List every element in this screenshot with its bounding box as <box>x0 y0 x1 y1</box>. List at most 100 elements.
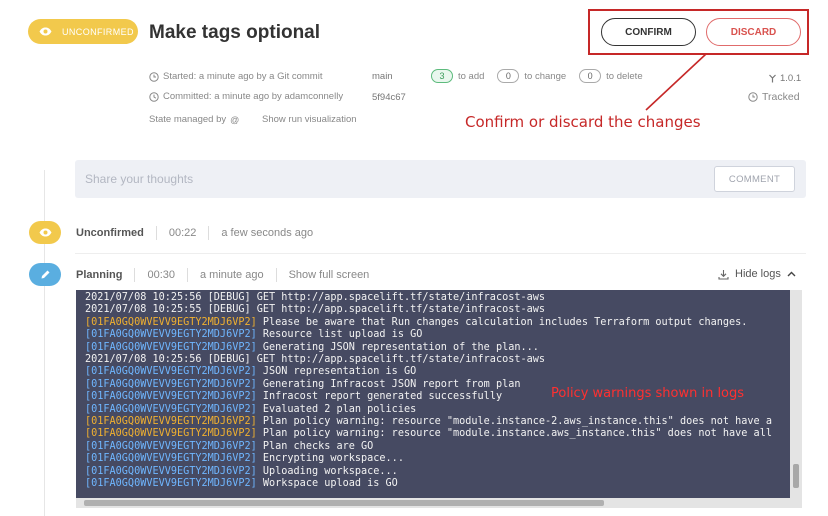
log-line-message: GET http://app.spacelift.tf/state/infrac… <box>250 354 546 366</box>
tracked-text: Tracked <box>762 91 800 103</box>
confirm-button[interactable]: CONFIRM <box>601 18 696 46</box>
log-line-message: Resource list upload is GO <box>256 329 423 341</box>
hide-logs-label: Hide logs <box>735 268 781 280</box>
started-info: Started: a minute ago by a Git commit <box>149 71 322 82</box>
add-count-label: to add <box>458 70 485 82</box>
log-line-message: JSON representation is GO <box>256 366 417 378</box>
log-line-prefix: [01FA0GQ0WVEVV9EGTY2MDJ6VP2] <box>85 403 257 415</box>
status-badge: UNCONFIRMED <box>28 19 138 44</box>
show-run-visualization-link[interactable]: Show run visualization <box>262 114 357 125</box>
log-line-message: Generating JSON representation of the pl… <box>256 341 539 353</box>
log-line-message: Evaluated 2 plan policies <box>256 403 417 415</box>
status-label: UNCONFIRMED <box>62 26 134 37</box>
started-text: Started: a minute ago by a Git commit <box>163 71 323 82</box>
committed-info: Committed: a minute ago by adamconnelly <box>149 91 343 102</box>
confirm-annotation: Confirm or discard the changes <box>465 113 701 131</box>
log-line-prefix: 2021/07/08 10:25:56 [DEBUG] <box>85 354 251 366</box>
scrollbar-thumb[interactable] <box>84 500 604 506</box>
log-viewer[interactable]: 2021/07/08 10:25:56 [DEBUG] GET http://a… <box>76 290 802 508</box>
log-line-prefix: [01FA0GQ0WVEVV9EGTY2MDJ6VP2] <box>85 465 257 477</box>
log-line: [01FA0GQ0WVEVV9EGTY2MDJ6VP2] Uploading w… <box>85 466 772 478</box>
log-line: [01FA0GQ0WVEVV9EGTY2MDJ6VP2] Resource li… <box>85 329 772 341</box>
log-line-message: Encrypting workspace... <box>256 453 404 465</box>
log-line-message: Plan policy warning: resource "module.in… <box>256 428 772 440</box>
log-line: [01FA0GQ0WVEVV9EGTY2MDJ6VP2] Plan checks… <box>85 441 772 453</box>
log-line-message: Please be aware that Run changes calcula… <box>256 316 748 328</box>
clock-icon <box>149 71 159 82</box>
log-line-prefix: [01FA0GQ0WVEVV9EGTY2MDJ6VP2] <box>85 416 257 428</box>
policy-annotation: Policy warnings shown in logs <box>551 386 745 401</box>
resource-counts: 3 to add 0 to change 0 to delete <box>431 69 643 83</box>
version-info: 1.0.1 <box>768 73 801 84</box>
at-icon: @ <box>230 114 240 125</box>
show-full-screen-link[interactable]: Show full screen <box>289 269 370 281</box>
scrollbar-thumb[interactable] <box>793 464 799 488</box>
log-line: 2021/07/08 10:25:55 [DEBUG] GET http://a… <box>85 304 772 316</box>
log-line-prefix: [01FA0GQ0WVEVV9EGTY2MDJ6VP2] <box>85 341 257 353</box>
log-line-message: Uploading workspace... <box>256 465 398 477</box>
commit-hash[interactable]: 5f94c67 <box>372 92 406 103</box>
hide-logs-toggle[interactable]: Hide logs <box>718 268 796 280</box>
planning-phase-icon <box>29 263 61 286</box>
state-managed-text: State managed by <box>149 114 227 125</box>
log-line: [01FA0GQ0WVEVV9EGTY2MDJ6VP2] Plan policy… <box>85 428 772 440</box>
log-line-message: Generating Infracost JSON report from pl… <box>256 378 521 390</box>
discard-button[interactable]: DISCARD <box>706 18 801 46</box>
log-line-prefix: [01FA0GQ0WVEVV9EGTY2MDJ6VP2] <box>85 478 257 490</box>
branch-name[interactable]: main <box>372 71 393 82</box>
phase-name: Planning <box>76 269 123 281</box>
eye-icon <box>38 25 52 39</box>
fork-icon <box>769 74 776 83</box>
delete-count-badge: 0 <box>579 69 602 83</box>
comment-button[interactable]: COMMENT <box>714 166 795 192</box>
phase-time: a few seconds ago <box>221 227 314 239</box>
phase-duration: 00:30 <box>147 269 175 281</box>
log-line-message: Plan checks are GO <box>256 440 374 452</box>
log-line-prefix: [01FA0GQ0WVEVV9EGTY2MDJ6VP2] <box>85 428 257 440</box>
log-line: [01FA0GQ0WVEVV9EGTY2MDJ6VP2] Encrypting … <box>85 453 772 465</box>
log-line: [01FA0GQ0WVEVV9EGTY2MDJ6VP2] Please be a… <box>85 317 772 329</box>
download-icon <box>718 269 729 280</box>
unconfirmed-phase-icon <box>29 221 61 244</box>
log-line: [01FA0GQ0WVEVV9EGTY2MDJ6VP2] Generating … <box>85 342 772 354</box>
log-line: 2021/07/08 10:25:56 [DEBUG] GET http://a… <box>85 354 772 366</box>
clock-icon <box>748 92 758 102</box>
change-count-badge: 0 <box>497 69 520 83</box>
horizontal-scrollbar[interactable] <box>76 498 790 508</box>
add-count-badge: 3 <box>431 69 453 83</box>
log-line: [01FA0GQ0WVEVV9EGTY2MDJ6VP2] Workspace u… <box>85 478 772 490</box>
log-line-prefix: [01FA0GQ0WVEVV9EGTY2MDJ6VP2] <box>85 366 257 378</box>
log-line-prefix: [01FA0GQ0WVEVV9EGTY2MDJ6VP2] <box>85 378 257 390</box>
unconfirmed-phase-row: Unconfirmed 00:22 a few seconds ago <box>76 226 313 240</box>
log-line-message: GET http://app.spacelift.tf/state/infrac… <box>250 292 546 303</box>
log-line-prefix: [01FA0GQ0WVEVV9EGTY2MDJ6VP2] <box>85 329 257 341</box>
log-line-prefix: 2021/07/08 10:25:56 [DEBUG] <box>85 292 251 303</box>
phase-name: Unconfirmed <box>76 227 144 239</box>
committed-text: Committed: a minute ago by adamconnelly <box>163 91 344 102</box>
phase-time: a minute ago <box>199 269 264 281</box>
pencil-icon <box>41 270 49 279</box>
log-line-prefix: 2021/07/08 10:25:55 [DEBUG] <box>85 304 251 316</box>
annotation-arrow <box>645 53 707 111</box>
log-line: [01FA0GQ0WVEVV9EGTY2MDJ6VP2] JSON repres… <box>85 366 772 378</box>
comment-box: COMMENT <box>75 160 806 198</box>
log-line-message: Infracost report generated successfully <box>256 391 503 403</box>
page-title: Make tags optional <box>149 22 321 43</box>
log-line-message: GET http://app.spacelift.tf/state/infrac… <box>250 304 546 316</box>
change-count-label: to change <box>524 70 567 82</box>
show-run-visualization-label: Show run visualization <box>262 114 357 125</box>
eye-icon <box>39 228 51 237</box>
comment-input[interactable] <box>85 168 685 190</box>
chevron-up-icon <box>787 271 796 277</box>
log-line-message: Plan policy warning: resource "module.in… <box>256 416 772 428</box>
log-line-prefix: [01FA0GQ0WVEVV9EGTY2MDJ6VP2] <box>85 440 257 452</box>
delete-count-label: to delete <box>606 70 643 82</box>
version-text: 1.0.1 <box>780 73 802 84</box>
history-icon <box>149 91 159 102</box>
log-line: 2021/07/08 10:25:56 [DEBUG] GET http://a… <box>85 292 772 304</box>
tracked-info: Tracked <box>748 91 800 103</box>
phase-duration: 00:22 <box>168 227 197 239</box>
phase-divider <box>75 253 806 254</box>
vertical-scrollbar[interactable] <box>790 290 802 508</box>
log-line-prefix: [01FA0GQ0WVEVV9EGTY2MDJ6VP2] <box>85 453 257 465</box>
